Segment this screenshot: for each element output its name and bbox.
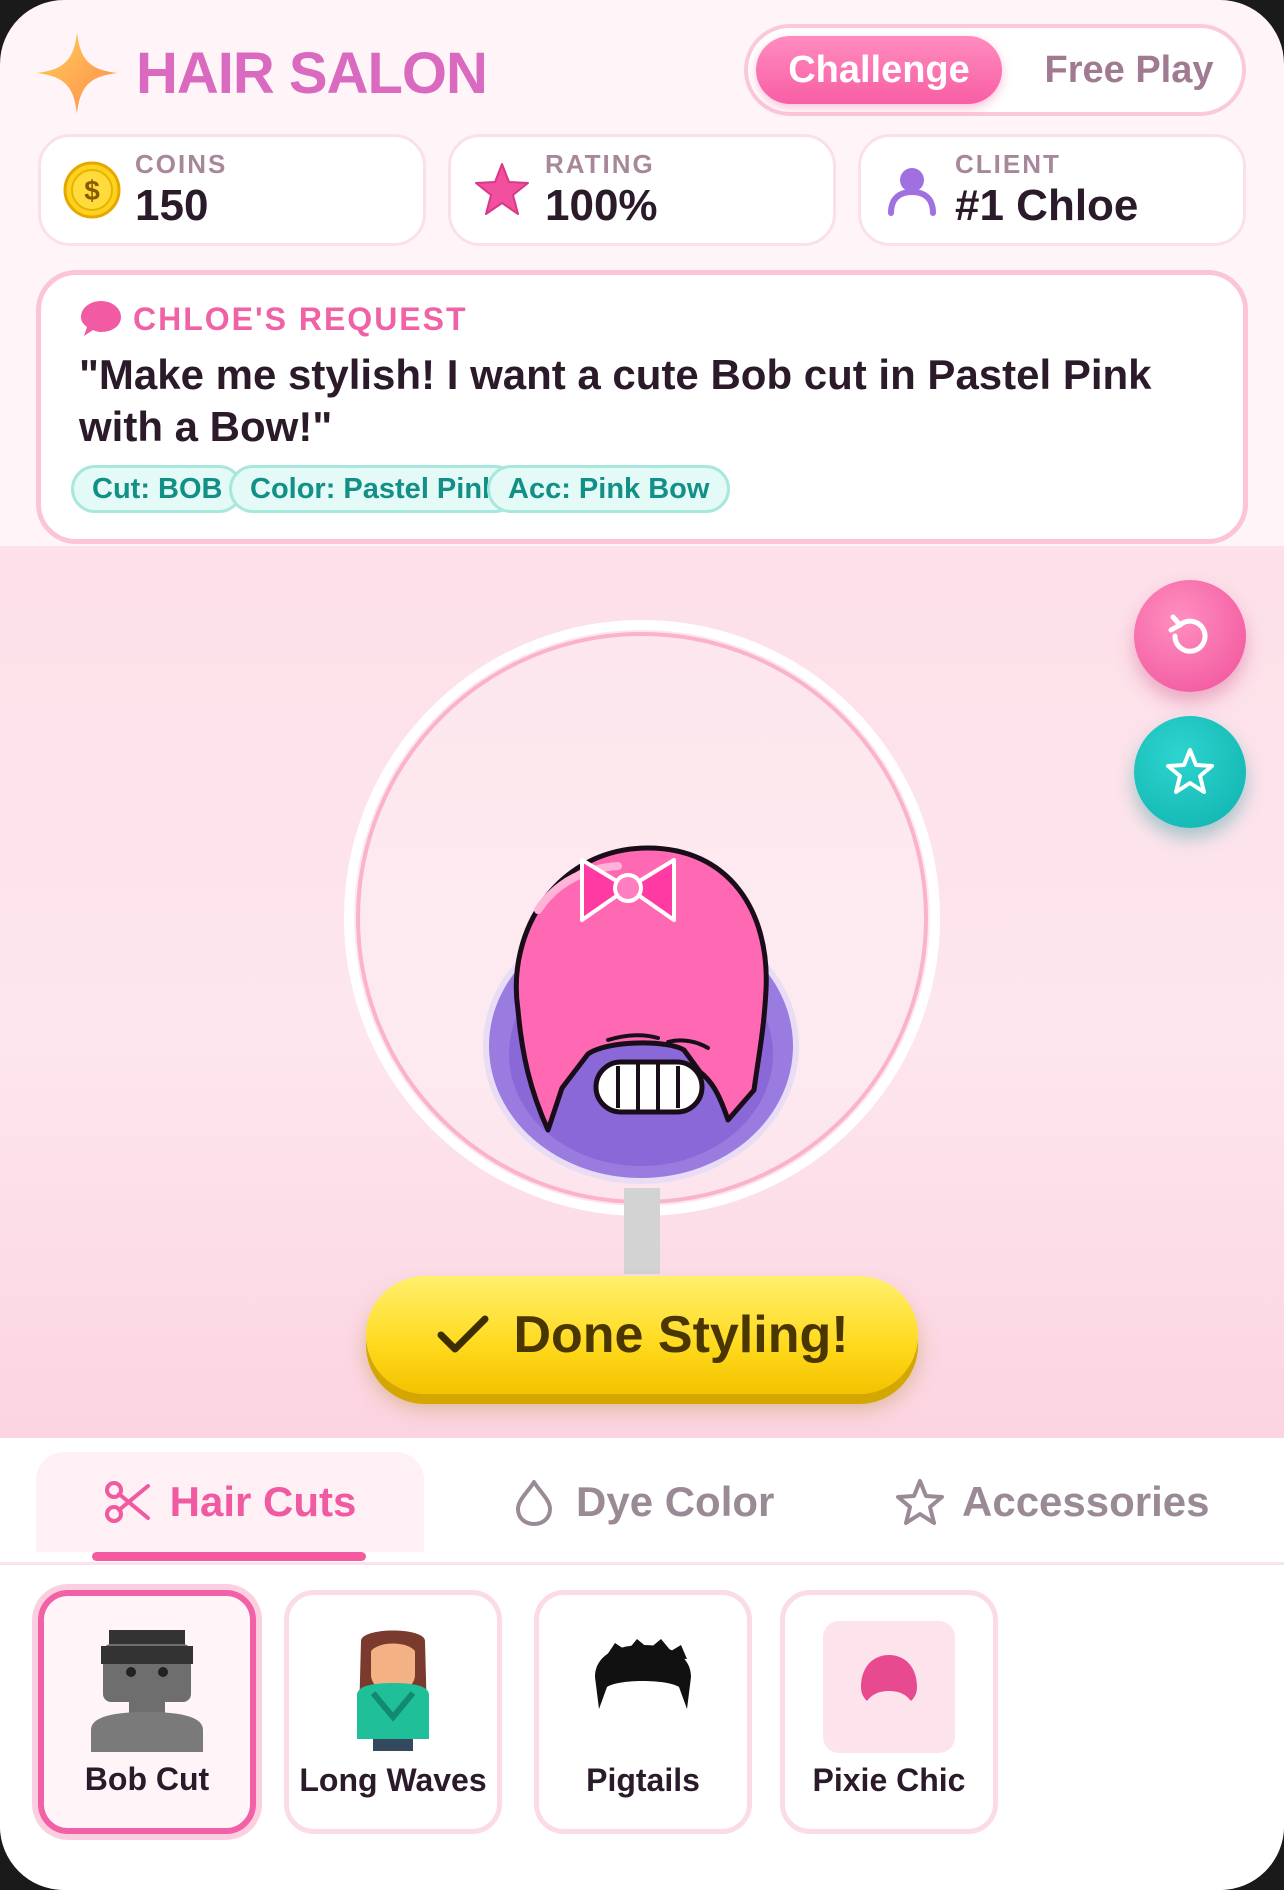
request-quote: "Make me stylish! I want a cute Bob cut … bbox=[79, 351, 1152, 450]
rating-label: RATING bbox=[545, 149, 655, 179]
coins-label: COINS bbox=[135, 149, 228, 179]
haircut-option-pixie-chic[interactable]: Pixie Chic bbox=[780, 1590, 998, 1834]
mode-free-play-button[interactable]: Free Play bbox=[1016, 36, 1242, 104]
request-header: CHLOE'S REQUEST bbox=[79, 299, 468, 339]
done-styling-button[interactable]: Done Styling! bbox=[366, 1276, 918, 1394]
mirror-stand bbox=[624, 1188, 660, 1274]
haircut-option-bob-cut[interactable]: Bob Cut bbox=[38, 1590, 256, 1834]
active-tab-indicator bbox=[92, 1552, 366, 1561]
rating-card: RATING 100% bbox=[448, 134, 836, 246]
droplet-icon bbox=[516, 1480, 552, 1526]
tab-dye-color[interactable]: Dye Color bbox=[510, 1452, 774, 1552]
svg-text:$: $ bbox=[84, 175, 100, 206]
app-title: HAIR SALON bbox=[136, 40, 488, 106]
style-panel: Hair Cuts Dye Color Accessories Bob Cut … bbox=[0, 1438, 1284, 1890]
request-tag-accessory: Acc: Pink Bow bbox=[487, 465, 731, 513]
speech-bubble-icon bbox=[81, 301, 121, 336]
coin-icon: $ bbox=[63, 161, 121, 219]
haircut-label: Bob Cut bbox=[84, 1761, 210, 1797]
game-screen: HAIR SALON Challenge Free Play $ COINS 1… bbox=[0, 0, 1284, 1890]
rating-value: 100% bbox=[545, 181, 658, 230]
request-tag-color: Color: Pastel Pink bbox=[229, 465, 520, 513]
client-request-card: CHLOE'S REQUEST "Make me stylish! I want… bbox=[36, 270, 1248, 544]
favorite-button[interactable] bbox=[1134, 716, 1246, 828]
done-styling-label: Done Styling! bbox=[513, 1306, 849, 1364]
mode-challenge-button[interactable]: Challenge bbox=[756, 36, 1002, 104]
request-label: CHLOE'S REQUEST bbox=[133, 300, 468, 337]
person-icon bbox=[888, 168, 936, 216]
mode-switch: Challenge Free Play bbox=[744, 24, 1246, 116]
haircut-label: Pixie Chic bbox=[812, 1762, 966, 1798]
client-card: CLIENT #1 Chloe bbox=[858, 134, 1246, 246]
star-outline-icon bbox=[1166, 748, 1214, 794]
pigtails-icon bbox=[595, 1639, 691, 1709]
client-label: CLIENT bbox=[955, 149, 1061, 179]
scissors-icon bbox=[104, 1481, 150, 1523]
haircut-option-pigtails[interactable]: Pigtails bbox=[534, 1590, 752, 1834]
bob-cut-icon bbox=[91, 1630, 203, 1752]
reset-button[interactable] bbox=[1134, 580, 1246, 692]
star-icon bbox=[475, 163, 529, 215]
haircut-option-long-waves[interactable]: Long Waves bbox=[284, 1590, 502, 1834]
coins-value: 150 bbox=[135, 181, 209, 230]
client-value: #1 Chloe bbox=[955, 181, 1139, 230]
tab-hair-cuts-label: Hair Cuts bbox=[169, 1478, 357, 1525]
tab-hair-cuts[interactable]: Hair Cuts bbox=[36, 1452, 424, 1552]
checkmark-icon bbox=[437, 1315, 489, 1353]
star-outline-icon bbox=[896, 1479, 944, 1525]
sparkle-icon bbox=[36, 32, 118, 114]
pixie-chic-icon bbox=[823, 1621, 955, 1753]
brand: HAIR SALON bbox=[34, 28, 488, 118]
haircut-label: Long Waves bbox=[299, 1762, 487, 1798]
haircut-label: Pigtails bbox=[586, 1762, 700, 1798]
request-tag-cut: Cut: BOB bbox=[71, 465, 244, 513]
coins-card: $ COINS 150 bbox=[38, 134, 426, 246]
tab-divider bbox=[0, 1562, 1284, 1565]
long-waves-icon bbox=[357, 1630, 429, 1751]
tab-dye-color-label: Dye Color bbox=[576, 1478, 775, 1525]
tab-accessories-label: Accessories bbox=[962, 1478, 1210, 1525]
reset-icon bbox=[1168, 614, 1208, 654]
client-character[interactable] bbox=[478, 840, 804, 1190]
tab-accessories[interactable]: Accessories bbox=[896, 1452, 1210, 1552]
